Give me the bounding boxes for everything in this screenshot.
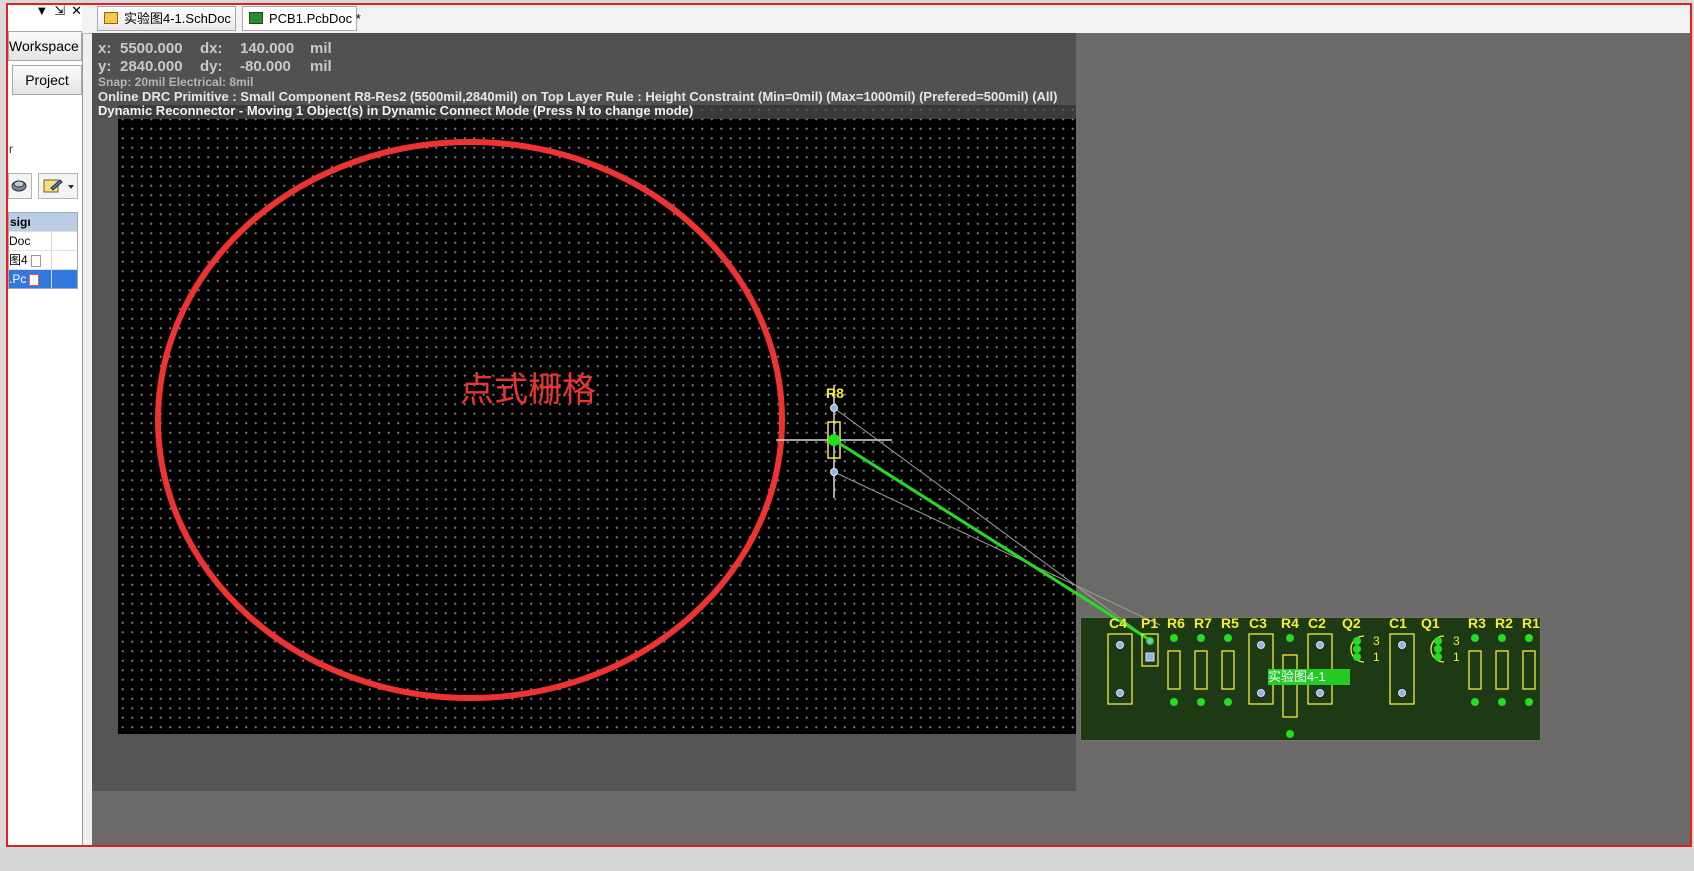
y-coordinate-readout: y: 2840.000 dy: -80.000 mil [98, 58, 332, 75]
q1-pin-3-label: 3 [1453, 634, 1460, 648]
tab-label: 实验图4-1.SchDoc [124, 11, 231, 26]
document-edit-icon [43, 179, 74, 193]
board-outline-area: x: 5500.000 dx: 140.000 mil y: 2840.000 dy: -80… [92, 33, 1076, 791]
bottom-strip [0, 848, 1694, 871]
x-coordinate-readout: x: 5500.000 dx: 140.000 mil [98, 40, 332, 57]
dot-grid-annotation-label: 点式栅格 [460, 371, 596, 409]
drc-message: Online DRC Primitive : Small Component R… [98, 89, 1058, 104]
project-tree: sigı Doc 图4 .Pc [8, 212, 78, 289]
designator-c1: C1 [1389, 615, 1407, 631]
layers-icon [11, 180, 27, 192]
designator-r2: R2 [1495, 615, 1513, 631]
tree-item-label: Doc [9, 234, 31, 248]
project-tree-item-selected[interactable]: .Pc [9, 269, 77, 288]
column-divider [51, 270, 52, 288]
r8-designator: R8 [826, 385, 844, 401]
designator-r1: R1 [1522, 615, 1540, 631]
column-divider [51, 232, 52, 250]
tree-item-label: .Pc [9, 272, 27, 286]
layers-tool-button[interactable] [8, 173, 32, 199]
column-divider [51, 251, 52, 269]
project-button[interactable]: Project [12, 65, 82, 95]
designator-r4: R4 [1281, 615, 1299, 631]
component-class-tag: 实验图4-1 [1268, 669, 1350, 685]
designator-q2: Q2 [1342, 615, 1361, 631]
schematic-doc-icon [104, 12, 118, 24]
designator-c3: C3 [1249, 615, 1267, 631]
projects-panel: ▼ ⇲ ✕ Workspace Project r sigı Doc 图4 .Pc [8, 5, 83, 845]
project-tree-item[interactable]: Doc [9, 231, 77, 250]
project-tree-item[interactable]: 图4 [9, 250, 77, 269]
panel-pin-icon[interactable]: ⇲ [54, 5, 65, 17]
panel-menu-icon[interactable]: ▼ [35, 5, 48, 17]
designator-r3: R3 [1468, 615, 1486, 631]
dynamic-reconnector-message: Dynamic Reconnector - Moving 1 Object(s)… [98, 103, 694, 118]
heads-up-display: x: 5500.000 dx: 140.000 mil y: 2840.000 dy: -80… [92, 33, 1076, 119]
project-tree-header: sigı [9, 213, 77, 231]
dot-grid-canvas[interactable] [118, 105, 1076, 734]
tab-label: PCB1.PcbDoc * [269, 11, 361, 26]
q1-pin-1-label: 1 [1453, 650, 1460, 664]
designator-r7: R7 [1194, 615, 1212, 631]
panel-controls: ▼ ⇲ ✕ [8, 5, 82, 17]
snap-info: Snap: 20mil Electrical: 8mil [98, 75, 254, 89]
designator-p1: P1 [1141, 615, 1159, 631]
panel-label-fragment: r [9, 142, 13, 156]
designator-r5: R5 [1221, 615, 1239, 631]
designator-c4: C4 [1109, 615, 1127, 631]
designator-r6: R6 [1167, 615, 1185, 631]
tree-item-label: 图4 [9, 253, 28, 267]
document-icon [30, 254, 41, 267]
panel-close-icon[interactable]: ✕ [71, 5, 82, 17]
designator-c2: C2 [1308, 615, 1326, 631]
modified-document-icon [29, 273, 40, 286]
designator-q1: Q1 [1421, 615, 1440, 631]
tab-schematic[interactable]: 实验图4-1.SchDoc [97, 6, 236, 31]
document-tab-bar: 实验图4-1.SchDoc PCB1.PcbDoc * [82, 5, 1690, 34]
q2-pin-3-label: 3 [1373, 634, 1380, 648]
q2-pin-1-label: 1 [1373, 650, 1380, 664]
workspace-button[interactable]: Workspace [8, 31, 82, 61]
pcb-doc-icon [249, 12, 263, 24]
tab-pcb[interactable]: PCB1.PcbDoc * [242, 6, 361, 31]
document-options-button[interactable] [38, 173, 78, 199]
